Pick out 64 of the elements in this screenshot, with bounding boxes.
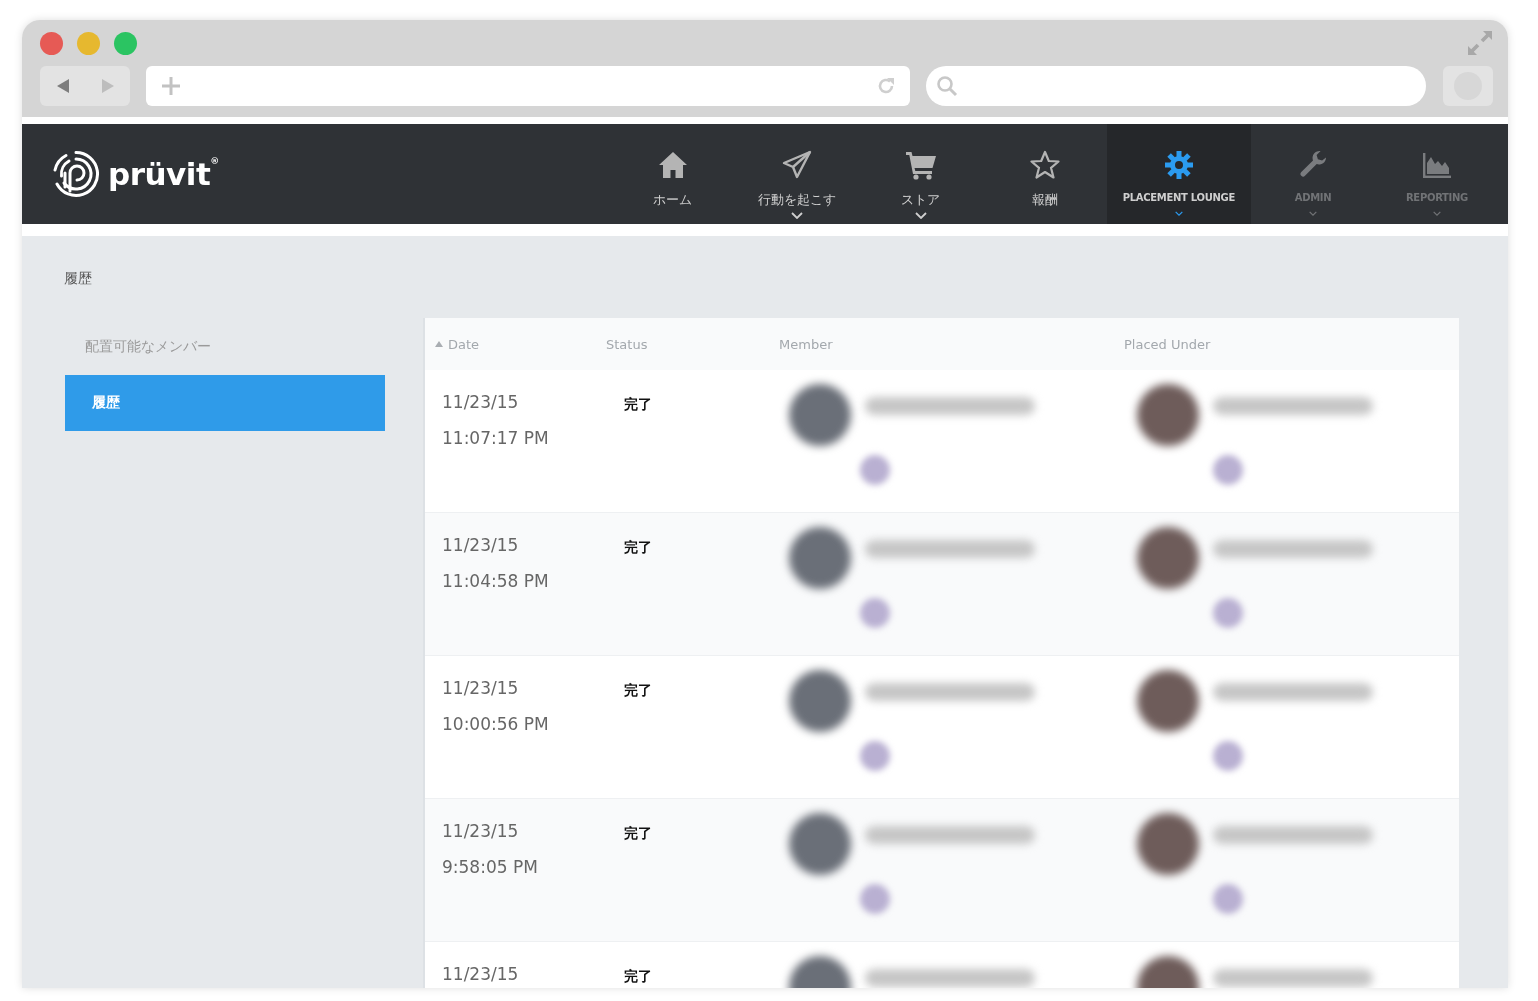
blurred-badge-icon <box>860 741 890 771</box>
search-icon <box>936 75 958 97</box>
blurred-avatar <box>789 527 851 589</box>
column-header[interactable]: Placed Under <box>1124 336 1211 352</box>
sidebar-item[interactable]: 履歴 <box>65 375 385 431</box>
gear-icon <box>1163 150 1194 180</box>
time-text: 11:07:17 PM <box>442 428 549 448</box>
blurred-avatar <box>1137 670 1199 732</box>
blurred-badge-icon <box>1213 884 1243 914</box>
blurred-avatar <box>789 384 851 446</box>
blurred-badge-icon <box>860 455 890 485</box>
blurred-badge-icon <box>1213 455 1243 485</box>
date-text: 11/23/15 <box>442 678 519 698</box>
nav-tab[interactable]: ホーム <box>610 124 735 224</box>
cart-icon <box>905 150 936 180</box>
search-field[interactable] <box>926 66 1426 106</box>
date-text: 11/23/15 <box>442 964 519 984</box>
plus-icon[interactable] <box>162 77 180 95</box>
status-text: 完了 <box>624 539 652 555</box>
blurred-avatar <box>1137 813 1199 875</box>
forward-arrow-icon <box>101 79 114 93</box>
nav-tab[interactable]: PLACEMENT LOUNGE <box>1106 124 1251 224</box>
reload-icon[interactable] <box>876 76 896 96</box>
time-text: 11:04:58 PM <box>442 571 549 591</box>
window-zoom-button[interactable] <box>114 31 137 55</box>
date-text: 11/23/15 <box>442 535 519 555</box>
nav-tab[interactable]: ストア <box>858 124 983 224</box>
star-icon <box>1029 150 1060 180</box>
date-text: 11/23/15 <box>442 821 519 841</box>
sidebar-item[interactable]: 配置可能なメンバー <box>65 319 385 375</box>
time-text: 10:00:56 PM <box>442 714 549 734</box>
blurred-avatar <box>1137 384 1199 446</box>
nav-tab[interactable]: 報酬 <box>982 124 1107 224</box>
column-header[interactable]: Date <box>448 336 480 352</box>
area-chart-icon <box>1422 150 1452 180</box>
blurred-badge-icon <box>1213 741 1243 771</box>
home-icon <box>657 150 688 180</box>
column-header[interactable]: Status <box>606 336 648 352</box>
fingerprint-logo-icon <box>52 150 100 198</box>
status-text: 完了 <box>624 682 652 698</box>
brand-logo[interactable]: prüvit$^{®}$ <box>108 158 219 190</box>
expand-icon[interactable] <box>1466 29 1494 57</box>
status-text: 完了 <box>624 396 652 412</box>
window-close-button[interactable] <box>40 31 63 55</box>
status-text: 完了 <box>624 825 652 841</box>
date-text: 11/23/15 <box>442 392 519 412</box>
time-text: 9:58:05 PM <box>442 857 538 877</box>
status-text: 完了 <box>624 968 652 984</box>
blurred-avatar <box>1137 527 1199 589</box>
forward-button[interactable] <box>85 66 130 106</box>
blurred-badge-icon <box>1213 598 1243 628</box>
window-minimize-button[interactable] <box>77 31 100 55</box>
blurred-avatar <box>789 813 851 875</box>
address-field[interactable] <box>146 66 910 106</box>
wrench-icon <box>1298 150 1328 180</box>
back-arrow-icon <box>56 79 69 93</box>
blurred-badge-icon <box>860 598 890 628</box>
blurred-badge-icon <box>860 884 890 914</box>
paper-plane-icon <box>781 150 812 180</box>
back-button[interactable] <box>40 66 85 106</box>
nav-tab[interactable]: 行動を起こす <box>734 124 859 224</box>
column-header[interactable]: Member <box>779 336 833 352</box>
sidebar-title: 履歴 <box>64 270 92 286</box>
blurred-avatar <box>789 670 851 732</box>
